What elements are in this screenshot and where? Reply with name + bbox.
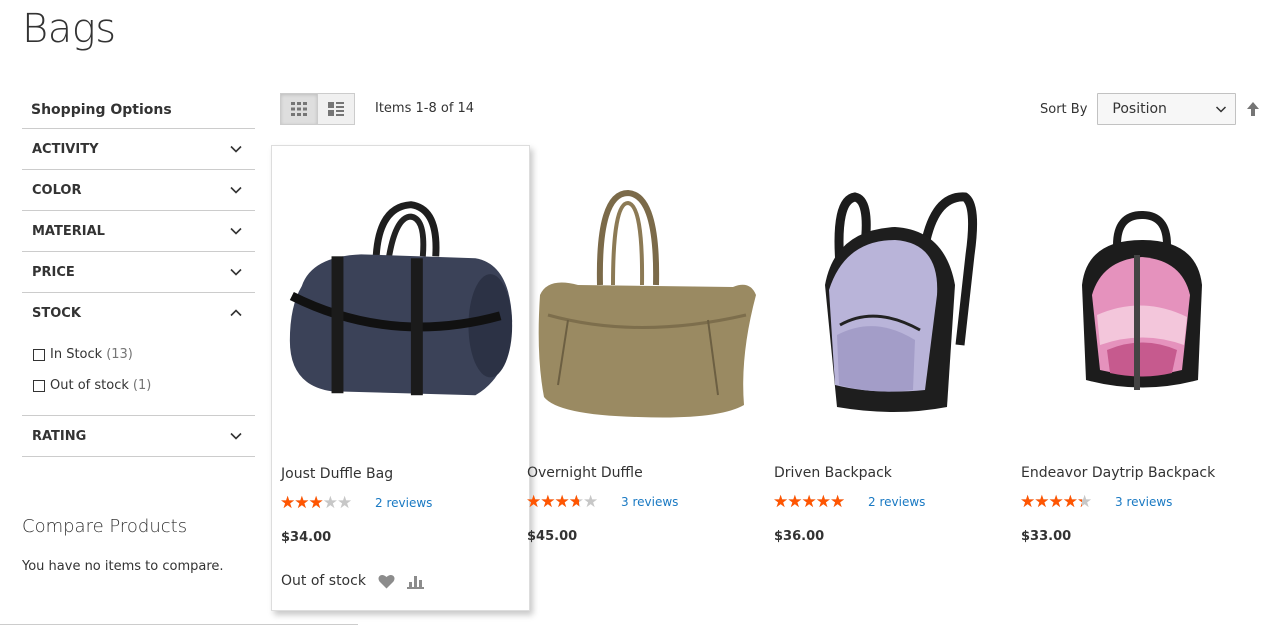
product-image[interactable] [272,146,529,446]
divider [0,624,358,625]
chevron-down-icon [230,432,242,440]
reviews-link[interactable]: 3 reviews [1115,495,1172,509]
product-image[interactable] [1012,145,1271,445]
grid-view-button[interactable] [280,93,318,125]
wishlist-button[interactable] [378,574,395,589]
filter-label: STOCK [32,305,81,321]
reviews-link[interactable]: 2 reviews [868,495,925,509]
compare-title: Compare Products [22,516,188,537]
chevron-down-icon [230,268,242,276]
stock-option-out-of-stock[interactable]: Out of stock (1) [33,370,255,401]
product-name[interactable]: Overnight Duffle [527,465,643,481]
arrow-up-icon [1247,102,1260,116]
sort-value: Position [1112,101,1167,117]
rating-stars: ★★★★★ ★★★★★ [280,494,368,512]
chevron-down-icon [230,227,242,235]
chevron-down-icon [230,186,242,194]
stars-filled: ★★★★★ [773,493,845,511]
shopping-options-title: Shopping Options [31,102,172,118]
list-icon [328,102,344,116]
filter-price[interactable]: PRICE [22,251,255,292]
product-name[interactable]: Driven Backpack [774,465,892,481]
product-rating: ★★★★★ ★★★★★ 3 reviews [1020,493,1172,511]
compare-button[interactable] [406,574,424,589]
page-title: Bags [22,6,116,52]
chevron-down-icon [1216,106,1227,113]
product-price: $34.00 [281,530,332,545]
chevron-down-icon [230,145,242,153]
divider [22,456,255,457]
rating-stars: ★★★★★ ★★★★★ [526,493,614,511]
option-count: (1) [132,378,152,393]
filter-material[interactable]: MATERIAL [22,210,255,251]
stock-status: Out of stock [281,573,366,589]
reviews-link[interactable]: 3 reviews [621,495,678,509]
checkbox[interactable] [33,348,45,361]
product-actions: Out of stock [281,573,424,589]
product-rating: ★★★★★ ★★★★★ 3 reviews [526,493,678,511]
product-image[interactable] [518,145,777,445]
filter-label: COLOR [32,182,82,198]
toolbar-amount: Items 1-8 of 14 [375,101,475,116]
product-price: $36.00 [774,529,825,544]
product-price: $33.00 [1021,529,1072,544]
stock-option-in-stock[interactable]: In Stock (13) [33,339,255,370]
heart-icon [378,574,395,588]
product-card[interactable]: Joust Duffle Bag ★★★★★ ★★★★★ 2 reviews $… [271,145,530,611]
bar-chart-icon [406,575,424,589]
option-label: Out of stock [50,378,129,393]
list-view-button[interactable] [317,93,355,125]
product-rating: ★★★★★ ★★★★★ 2 reviews [280,494,432,512]
sorter: Sort By Position [1040,93,1261,125]
sort-select[interactable]: Position [1097,93,1237,125]
option-label: In Stock [50,347,103,362]
product-card[interactable]: Overnight Duffle ★★★★★ ★★★★★ 3 reviews $… [518,145,777,611]
product-name[interactable]: Endeavor Daytrip Backpack [1021,465,1215,481]
sort-label: Sort By [1040,101,1088,117]
product-card[interactable]: Endeavor Daytrip Backpack ★★★★★ ★★★★★ 3 … [1012,145,1271,611]
grid-icon [291,102,307,116]
rating-stars: ★★★★★ ★★★★★ [773,493,861,511]
product-card[interactable]: Driven Backpack ★★★★★ ★★★★★ 2 reviews $3… [765,145,1024,611]
sidebar-filters: Shopping Options ACTIVITY COLOR MATERIAL… [22,92,255,457]
product-image[interactable] [765,145,1024,445]
filter-rating[interactable]: RATING [22,415,255,456]
checkbox[interactable] [33,379,45,392]
compare-empty-text: You have no items to compare. [22,559,224,574]
stock-options: In Stock (13) Out of stock (1) [22,333,255,415]
reviews-link[interactable]: 2 reviews [375,496,432,510]
stars-filled: ★★★★★ [280,494,324,512]
compare-products-block: Compare Products You have no items to co… [22,516,224,574]
stars-filled: ★★★★★ [526,493,579,511]
product-name[interactable]: Joust Duffle Bag [281,466,393,482]
chevron-up-icon [230,309,242,317]
option-count: (13) [106,347,133,362]
stars-filled: ★★★★★ [1020,493,1082,511]
view-mode-switcher [280,93,355,125]
filter-label: ACTIVITY [32,141,99,157]
product-rating: ★★★★★ ★★★★★ 2 reviews [773,493,925,511]
filter-activity[interactable]: ACTIVITY [22,128,255,169]
filter-label: MATERIAL [32,223,105,239]
rating-stars: ★★★★★ ★★★★★ [1020,493,1108,511]
product-price: $45.00 [527,529,578,544]
filter-color[interactable]: COLOR [22,169,255,210]
filter-label: RATING [32,428,87,444]
filter-stock[interactable]: STOCK [22,292,255,333]
sort-direction-button[interactable] [1245,101,1261,117]
filter-label: PRICE [32,264,75,280]
